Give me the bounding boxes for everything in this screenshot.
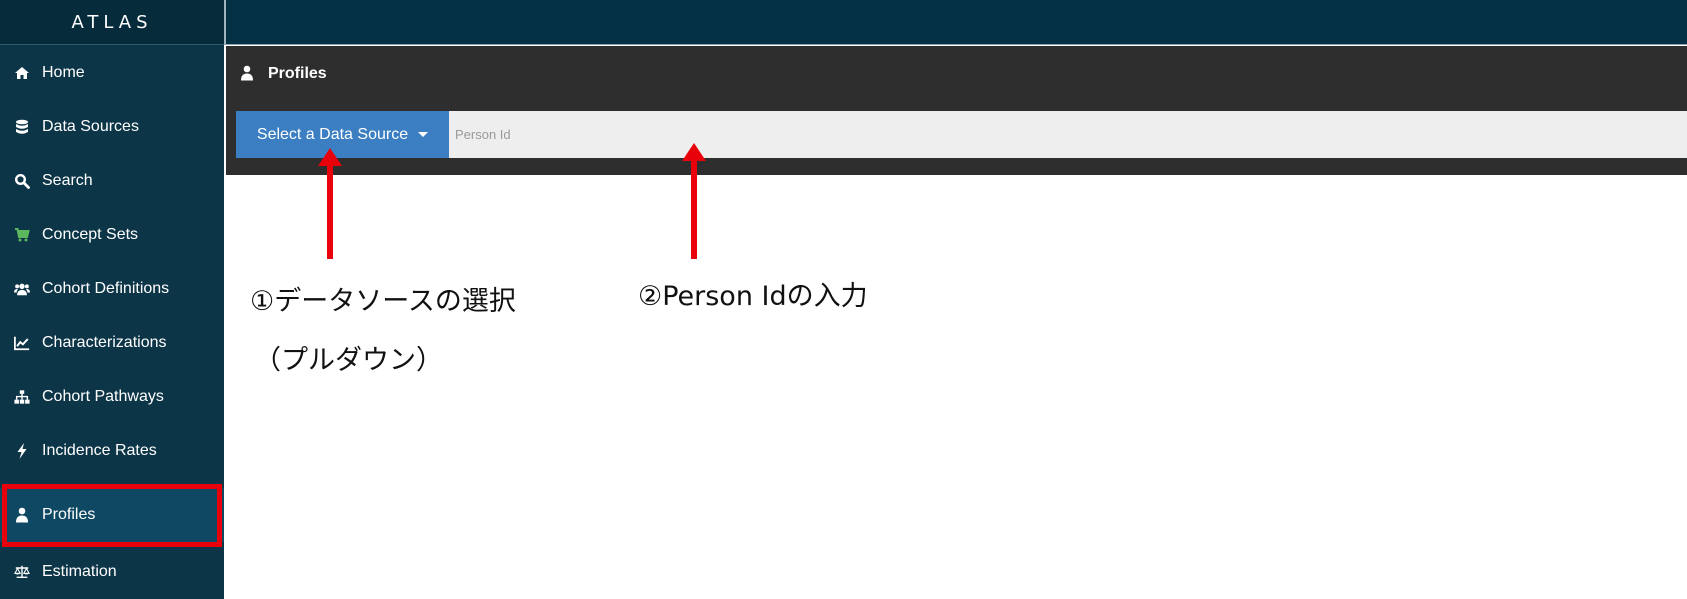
annotation-arrow-2: [691, 160, 697, 259]
sidebar-item-label: Estimation: [42, 563, 117, 580]
sidebar-item-cohort-pathways[interactable]: Cohort Pathways: [0, 370, 224, 424]
sidebar-item-search[interactable]: Search: [0, 154, 224, 208]
sidebar: ATLAS Home Data Sources Search Concept S…: [0, 0, 224, 599]
sidebar-item-label: Cohort Definitions: [42, 280, 170, 297]
app-brand[interactable]: ATLAS: [0, 0, 224, 45]
annotation-arrow-1: [327, 165, 333, 259]
balance-scale-icon: [14, 564, 30, 580]
bolt-icon: [14, 443, 30, 459]
annotation-note-1-line-2: （プルダウン）: [254, 345, 443, 376]
select-data-source-label: Select a Data Source: [256, 125, 409, 143]
line-chart-icon: [14, 335, 30, 351]
sidebar-item-home[interactable]: Home: [0, 46, 224, 100]
sidebar-item-concept-sets[interactable]: Concept Sets: [0, 208, 224, 262]
annotation-note-2: ②Person Idの入力: [638, 281, 868, 312]
sidebar-item-characterizations[interactable]: Characterizations: [0, 316, 224, 370]
sitemap-icon: [14, 389, 30, 405]
home-icon: [14, 65, 30, 81]
search-icon: [14, 173, 30, 189]
user-icon: [240, 65, 254, 86]
sidebar-item-label: Incidence Rates: [42, 442, 157, 459]
caret-down-icon: [418, 132, 429, 137]
users-icon: [14, 281, 30, 297]
annotation-arrowhead-1: [318, 148, 342, 166]
top-bar: [224, 0, 1687, 45]
page-title: Profiles: [268, 65, 327, 82]
person-id-input[interactable]: [449, 111, 1687, 158]
sidebar-item-data-sources[interactable]: Data Sources: [0, 100, 224, 154]
annotation-arrowhead-2: [682, 143, 706, 161]
sidebar-item-label: Home: [42, 64, 85, 81]
sidebar-item-incidence-rates[interactable]: Incidence Rates: [0, 424, 224, 478]
profiles-highlight-box: [2, 484, 222, 547]
sidebar-item-estimation[interactable]: Estimation: [0, 545, 224, 599]
sidebar-item-cohort-definitions[interactable]: Cohort Definitions: [0, 262, 224, 316]
select-data-source-button[interactable]: Select a Data Source: [236, 111, 449, 158]
annotation-note-1-line-1: ①データソースの選択: [250, 286, 516, 317]
sidebar-item-label: Characterizations: [42, 334, 167, 351]
sidebar-item-label: Data Sources: [42, 118, 139, 135]
cart-icon: [14, 227, 30, 243]
sidebar-item-label: Concept Sets: [42, 226, 139, 243]
sidebar-item-label: Cohort Pathways: [42, 388, 164, 405]
database-icon: [14, 119, 30, 135]
sidebar-item-label: Search: [42, 172, 93, 189]
